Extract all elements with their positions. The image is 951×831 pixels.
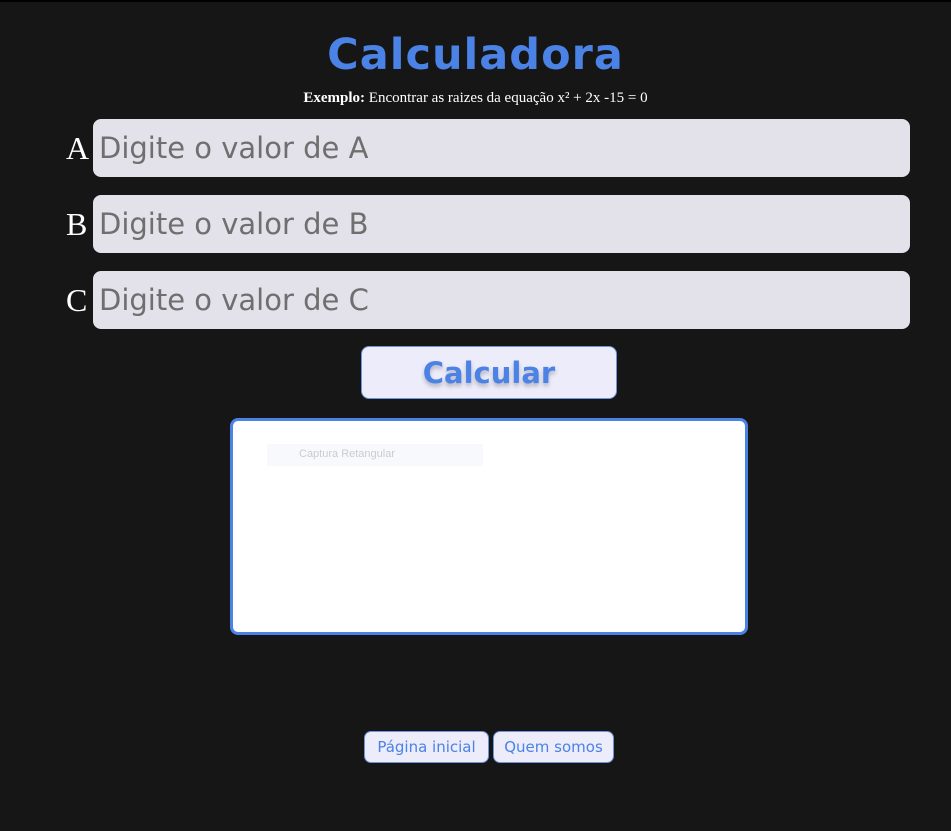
label-c: C	[66, 282, 88, 318]
about-button[interactable]: Quem somos	[493, 731, 614, 763]
example-label: Exemplo:	[303, 90, 366, 106]
capture-text: Captura Retangular	[299, 448, 396, 460]
page-title: Calculadora	[327, 30, 624, 80]
input-a[interactable]	[93, 119, 910, 177]
label-a: A	[66, 130, 90, 166]
home-button[interactable]: Página inicial	[364, 731, 489, 763]
input-b[interactable]	[93, 195, 910, 253]
capture-tooltip: Captura Retangular	[267, 444, 483, 466]
calculate-button[interactable]: Calcular	[361, 346, 617, 399]
result-box: Captura Retangular	[230, 418, 748, 635]
input-c[interactable]	[93, 271, 910, 329]
example-equation: Encontrar as raizes da equação x² + 2x -…	[365, 90, 648, 106]
label-b: B	[66, 206, 88, 242]
example-text: Exemplo: Encontrar as raizes da equação …	[0, 90, 951, 107]
